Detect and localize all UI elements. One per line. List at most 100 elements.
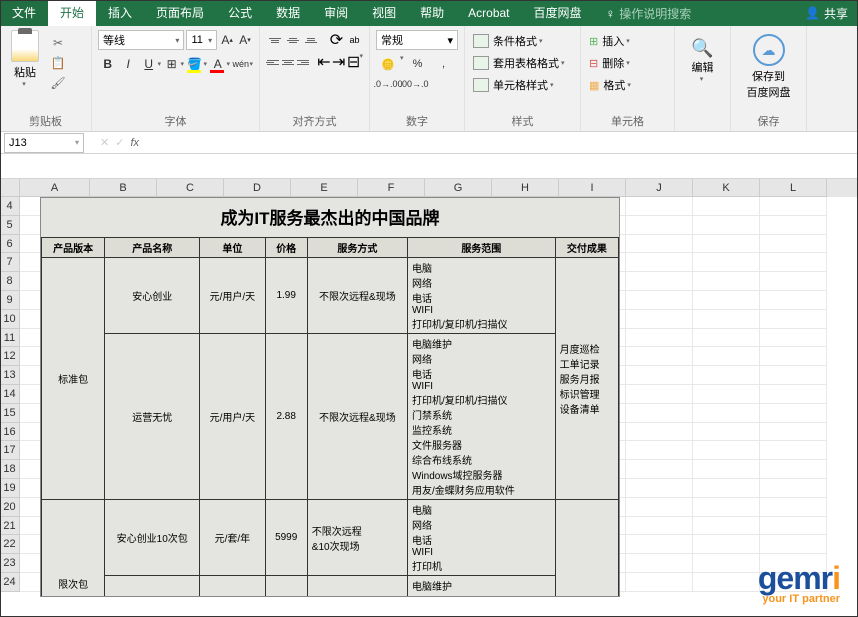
cell[interactable] bbox=[760, 517, 827, 536]
baidu-tab[interactable]: 百度网盘 bbox=[522, 0, 594, 26]
row-header-5[interactable]: 5 bbox=[0, 216, 20, 235]
cell[interactable] bbox=[760, 310, 827, 329]
cell[interactable] bbox=[626, 573, 693, 592]
cell[interactable] bbox=[626, 460, 693, 479]
font-size-select[interactable]: 11▾ bbox=[186, 30, 217, 50]
view-tab[interactable]: 视图 bbox=[360, 0, 408, 26]
cut-button[interactable]: ✂ bbox=[48, 34, 68, 52]
col-header-H[interactable]: H bbox=[492, 179, 559, 197]
cell[interactable] bbox=[626, 554, 693, 573]
help-tab[interactable]: 帮助 bbox=[408, 0, 456, 26]
cell[interactable] bbox=[760, 479, 827, 498]
format-cells-button[interactable]: ▦格式 ▾ bbox=[587, 74, 668, 96]
embedded-document-image[interactable]: 成为IT服务最杰出的中国品牌 产品版本 产品名称 单位 价格 服务方式 服务范围… bbox=[40, 197, 620, 597]
name-box[interactable]: J13▾ bbox=[4, 133, 84, 153]
cell[interactable] bbox=[626, 235, 693, 254]
cell[interactable] bbox=[693, 498, 760, 517]
bold-button[interactable]: B bbox=[98, 54, 117, 74]
decrease-decimal-button[interactable]: .00→.0 bbox=[402, 74, 426, 94]
row-header-7[interactable]: 7 bbox=[0, 253, 20, 272]
insert-cells-button[interactable]: ⊞插入 ▾ bbox=[587, 30, 668, 52]
align-right-button[interactable] bbox=[296, 52, 310, 72]
cell[interactable] bbox=[626, 366, 693, 385]
row-header-9[interactable]: 9 bbox=[0, 291, 20, 310]
cell[interactable] bbox=[693, 441, 760, 460]
cell[interactable] bbox=[626, 216, 693, 235]
cell[interactable] bbox=[693, 366, 760, 385]
review-tab[interactable]: 审阅 bbox=[312, 0, 360, 26]
cell[interactable] bbox=[693, 554, 760, 573]
cell[interactable] bbox=[693, 347, 760, 366]
worksheet-grid[interactable]: ABCDEFGHIJKL 456789101112131415161718192… bbox=[0, 179, 858, 617]
formula-input[interactable] bbox=[147, 133, 858, 153]
fx-button[interactable]: fx bbox=[130, 137, 139, 149]
align-bottom-button[interactable] bbox=[302, 30, 319, 50]
cell[interactable] bbox=[693, 535, 760, 554]
increase-indent-button[interactable]: ⇥ bbox=[332, 52, 346, 72]
cell[interactable] bbox=[626, 517, 693, 536]
merge-button[interactable]: ⊟ bbox=[347, 52, 361, 72]
cancel-formula-button[interactable]: ✕ bbox=[100, 136, 109, 149]
cell[interactable] bbox=[760, 385, 827, 404]
insert-tab[interactable]: 插入 bbox=[96, 0, 144, 26]
conditional-format-button[interactable]: 条件格式 ▾ bbox=[471, 30, 574, 52]
home-tab[interactable]: 开始 bbox=[48, 0, 96, 26]
row-header-22[interactable]: 22 bbox=[0, 535, 20, 554]
align-left-button[interactable] bbox=[266, 52, 280, 72]
col-header-G[interactable]: G bbox=[425, 179, 492, 197]
phonetic-button[interactable]: wén bbox=[231, 54, 250, 74]
format-painter-button[interactable]: 🖌 bbox=[48, 74, 68, 92]
cell[interactable] bbox=[626, 479, 693, 498]
cell[interactable] bbox=[626, 404, 693, 423]
paste-button[interactable]: 粘贴 ▾ bbox=[6, 30, 44, 111]
row-header-16[interactable]: 16 bbox=[0, 423, 20, 442]
acrobat-tab[interactable]: Acrobat bbox=[456, 0, 521, 26]
row-header-10[interactable]: 10 bbox=[0, 310, 20, 329]
data-tab[interactable]: 数据 bbox=[264, 0, 312, 26]
cell[interactable] bbox=[760, 291, 827, 310]
cell[interactable] bbox=[760, 423, 827, 442]
tell-me-search[interactable]: ♀ 操作说明搜索 bbox=[606, 5, 692, 22]
number-format-select[interactable]: 常规▾ bbox=[376, 30, 458, 50]
col-header-D[interactable]: D bbox=[224, 179, 291, 197]
cell[interactable] bbox=[760, 366, 827, 385]
currency-button[interactable]: 🪙 bbox=[376, 54, 400, 74]
italic-button[interactable]: I bbox=[118, 54, 137, 74]
cell[interactable] bbox=[626, 385, 693, 404]
cell[interactable] bbox=[760, 272, 827, 291]
row-header-12[interactable]: 12 bbox=[0, 347, 20, 366]
cell[interactable] bbox=[693, 329, 760, 348]
col-header-A[interactable]: A bbox=[20, 179, 90, 197]
row-header-17[interactable]: 17 bbox=[0, 441, 20, 460]
cell[interactable] bbox=[626, 347, 693, 366]
align-middle-button[interactable] bbox=[284, 30, 301, 50]
row-header-24[interactable]: 24 bbox=[0, 573, 20, 592]
comma-button[interactable]: , bbox=[432, 54, 456, 74]
cell[interactable] bbox=[760, 347, 827, 366]
cell[interactable] bbox=[693, 460, 760, 479]
increase-decimal-button[interactable]: .0→.00 bbox=[376, 74, 400, 94]
cell[interactable] bbox=[693, 404, 760, 423]
table-format-button[interactable]: 套用表格格式 ▾ bbox=[471, 52, 574, 74]
col-header-I[interactable]: I bbox=[559, 179, 626, 197]
row-header-15[interactable]: 15 bbox=[0, 404, 20, 423]
cell[interactable] bbox=[626, 310, 693, 329]
col-header-B[interactable]: B bbox=[90, 179, 157, 197]
cell[interactable] bbox=[760, 329, 827, 348]
cell[interactable] bbox=[760, 404, 827, 423]
font-name-select[interactable]: 等线▾ bbox=[98, 30, 184, 50]
percent-button[interactable]: % bbox=[406, 54, 430, 74]
col-header-J[interactable]: J bbox=[626, 179, 693, 197]
row-header-19[interactable]: 19 bbox=[0, 479, 20, 498]
col-header-L[interactable]: L bbox=[760, 179, 827, 197]
increase-font-button[interactable]: A▴ bbox=[219, 30, 235, 50]
cell[interactable] bbox=[626, 423, 693, 442]
formulas-tab[interactable]: 公式 bbox=[216, 0, 264, 26]
row-header-6[interactable]: 6 bbox=[0, 235, 20, 254]
orientation-button[interactable]: ⟳ bbox=[328, 30, 345, 50]
cell[interactable] bbox=[693, 216, 760, 235]
select-all-corner[interactable] bbox=[0, 179, 20, 197]
row-header-21[interactable]: 21 bbox=[0, 517, 20, 536]
row-header-23[interactable]: 23 bbox=[0, 554, 20, 573]
share-button[interactable]: 👤 共享 bbox=[795, 5, 858, 22]
